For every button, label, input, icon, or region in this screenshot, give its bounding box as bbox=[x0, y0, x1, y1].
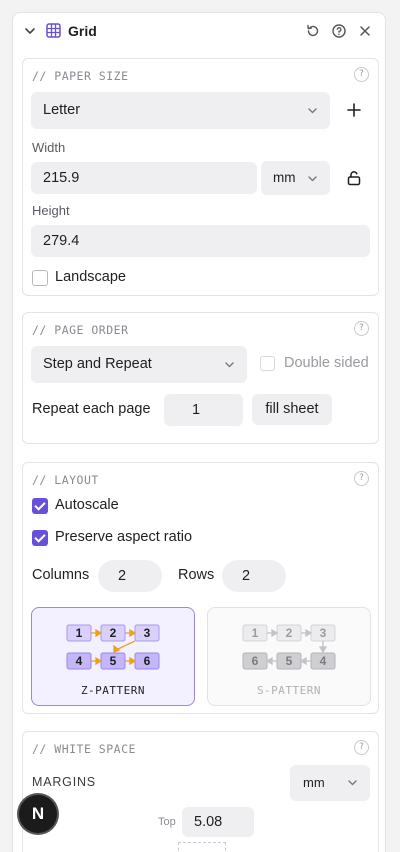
layout-section: // LAYOUT ? Autoscale Preserve aspect ra… bbox=[22, 462, 379, 714]
close-icon[interactable] bbox=[357, 23, 373, 39]
reset-icon[interactable] bbox=[305, 23, 321, 39]
chevron-down-icon[interactable] bbox=[23, 24, 37, 38]
columns-value: 2 bbox=[118, 568, 127, 584]
columns-input[interactable]: 2 bbox=[98, 560, 162, 592]
autoscale-checkbox[interactable] bbox=[32, 498, 48, 514]
page-order-value: Step and Repeat bbox=[43, 356, 152, 372]
rows-input[interactable]: 2 bbox=[222, 560, 286, 592]
s-pattern-label: S-PATTERN bbox=[256, 684, 322, 697]
rows-value: 2 bbox=[242, 568, 251, 584]
unit-select[interactable]: mm bbox=[261, 161, 330, 195]
nextjs-badge[interactable]: N bbox=[19, 795, 57, 833]
section-title: // PAGE ORDER bbox=[32, 323, 129, 337]
margins-label: MARGINS bbox=[32, 775, 96, 789]
grid-icon bbox=[46, 23, 61, 38]
repeat-value: 1 bbox=[192, 402, 201, 418]
margins-unit-select[interactable]: mm bbox=[290, 765, 370, 801]
help-icon[interactable]: ? bbox=[354, 67, 369, 82]
z-pattern-option[interactable]: 1 2 3 4 5 6 Z-PATTERN bbox=[31, 607, 195, 706]
height-value: 279.4 bbox=[43, 233, 80, 249]
width-label: Width bbox=[32, 140, 66, 155]
top-margin-label: Top bbox=[158, 816, 176, 828]
repeat-input[interactable]: 1 bbox=[164, 394, 243, 426]
grid-panel: Grid // PAPER SIZE ? Letter Width 215.9 … bbox=[12, 12, 386, 852]
unit-value: mm bbox=[273, 170, 296, 185]
repeat-label: Repeat each page bbox=[32, 401, 151, 417]
help-icon[interactable]: ? bbox=[354, 471, 369, 486]
width-value: 215.9 bbox=[43, 170, 80, 186]
height-input[interactable]: 279.4 bbox=[31, 225, 370, 257]
preserve-aspect-checkbox[interactable] bbox=[32, 530, 48, 546]
panel-title: Grid bbox=[68, 23, 97, 39]
panel-header[interactable]: Grid bbox=[13, 13, 385, 49]
width-input[interactable]: 215.9 bbox=[31, 162, 257, 194]
white-space-section: // WHITE SPACE ? MARGINS mm Top 5.08 bbox=[22, 731, 379, 852]
paper-preset-value: Letter bbox=[43, 102, 81, 118]
section-title: // WHITE SPACE bbox=[32, 742, 136, 756]
chevron-down-icon bbox=[308, 176, 317, 182]
paper-size-section: // PAPER SIZE ? Letter Width 215.9 mm He… bbox=[22, 58, 379, 296]
pattern-cell: 1 bbox=[76, 626, 83, 640]
pattern-cell: 3 bbox=[144, 626, 151, 640]
double-sided-checkbox[interactable] bbox=[260, 356, 275, 371]
top-margin-input[interactable]: 5.08 bbox=[182, 807, 254, 837]
pattern-cell: 2 bbox=[110, 626, 117, 640]
chevron-down-icon bbox=[348, 780, 357, 786]
pattern-cell: 4 bbox=[76, 654, 83, 668]
margin-preview bbox=[178, 842, 226, 852]
pattern-cell: 5 bbox=[286, 654, 293, 668]
pattern-cell: 6 bbox=[144, 654, 151, 668]
margins-unit-value: mm bbox=[303, 775, 325, 790]
section-title: // PAPER SIZE bbox=[32, 69, 129, 83]
top-margin-value: 5.08 bbox=[194, 814, 223, 830]
landscape-checkbox[interactable] bbox=[32, 270, 48, 286]
z-pattern-label: Z-PATTERN bbox=[80, 684, 146, 697]
page-order-section: // PAGE ORDER ? Step and Repeat Double s… bbox=[22, 312, 379, 444]
help-icon[interactable] bbox=[331, 23, 347, 39]
pattern-cell: 2 bbox=[286, 626, 293, 640]
rows-label: Rows bbox=[178, 567, 215, 583]
section-title: // LAYOUT bbox=[32, 473, 99, 487]
chevron-down-icon bbox=[225, 362, 234, 368]
pattern-cell: 3 bbox=[320, 626, 327, 640]
s-pattern-option[interactable]: 1 2 3 6 5 4 S-PATTERN bbox=[207, 607, 371, 706]
pattern-cell: 4 bbox=[320, 654, 327, 668]
help-icon[interactable]: ? bbox=[354, 321, 369, 336]
add-paper-size-button[interactable] bbox=[346, 102, 362, 118]
columns-label: Columns bbox=[32, 567, 90, 583]
fill-sheet-button[interactable]: fill sheet bbox=[252, 394, 332, 425]
badge-letter: N bbox=[31, 804, 45, 823]
help-icon[interactable]: ? bbox=[354, 740, 369, 755]
autoscale-label: Autoscale bbox=[55, 497, 119, 513]
page-order-select[interactable]: Step and Repeat bbox=[31, 346, 247, 383]
pattern-cell: 1 bbox=[252, 626, 259, 640]
paper-preset-select[interactable]: Letter bbox=[31, 92, 330, 129]
pattern-cell: 6 bbox=[252, 654, 259, 668]
preserve-aspect-label: Preserve aspect ratio bbox=[55, 529, 193, 545]
chevron-down-icon bbox=[308, 108, 317, 114]
unlock-icon[interactable] bbox=[346, 170, 362, 186]
double-sided-label: Double sided bbox=[284, 355, 369, 371]
height-label: Height bbox=[32, 203, 70, 218]
pattern-cell: 5 bbox=[110, 654, 117, 668]
landscape-label: Landscape bbox=[55, 269, 126, 285]
